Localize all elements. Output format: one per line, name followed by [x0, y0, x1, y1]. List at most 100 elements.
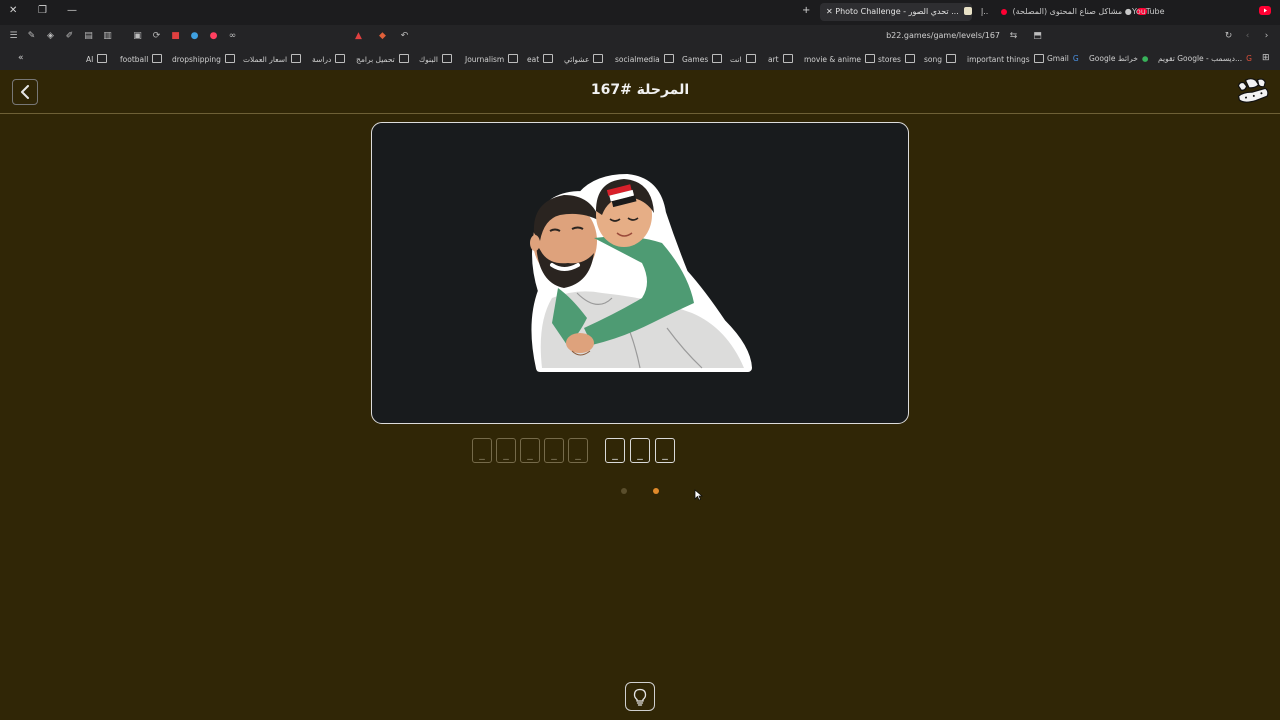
letter-slot[interactable]: _ — [655, 438, 675, 463]
tab-label: YouTube — [1132, 7, 1165, 16]
extension-a-icon[interactable]: ▲ — [353, 31, 364, 42]
screenshot-icon[interactable]: ▣ — [132, 31, 143, 42]
folder-icon — [291, 54, 302, 63]
tab-label: إ.. — [981, 7, 989, 16]
shield-icon[interactable]: ◈ — [45, 31, 56, 42]
tab-youtube[interactable]: YouTube — [1126, 3, 1171, 21]
father-son-hug-illustration — [530, 174, 752, 372]
undo-icon[interactable]: ↶ — [399, 31, 410, 42]
bookmark-eat[interactable]: eat — [527, 54, 554, 64]
back-nav-icon[interactable]: ‹ — [1242, 31, 1253, 42]
folder-icon — [593, 54, 604, 63]
forward-nav-icon[interactable]: › — [1261, 31, 1272, 42]
bookmark-google-calendar[interactable]: تقويم Google - ديسمب... G — [1158, 54, 1252, 63]
sidebar-icon[interactable]: ▥ — [102, 31, 113, 42]
tab-photo-challenge[interactable]: ✕ Photo Challenge - تحدي الصور ... — [820, 3, 973, 21]
bookmark-movie-anime[interactable]: movie & anime — [804, 54, 876, 64]
youtube-favicon-icon — [1001, 9, 1007, 15]
level-title: المرحلة #167 — [590, 82, 690, 98]
bookmark-study[interactable]: دراسة — [312, 54, 346, 64]
tools-icon[interactable]: ✎ — [26, 31, 37, 42]
folder-icon — [152, 54, 163, 63]
lightbulb-icon — [633, 688, 647, 706]
extension-red-icon[interactable]: ■ — [170, 31, 181, 42]
tab-bar: ✕ ❐ — + ✕ Photo Challenge - تحدي الصور .… — [0, 0, 1280, 25]
letter-slot[interactable]: _ — [568, 438, 588, 463]
minimize-window-icon[interactable]: — — [67, 5, 77, 16]
bookmark-download-programs[interactable]: تحميل برامج — [356, 54, 409, 64]
answer-slots: _ _ _ _ _ _ _ _ — [0, 438, 1280, 464]
letter-slot[interactable]: _ — [630, 438, 650, 463]
folder-icon — [712, 54, 723, 63]
letter-slot[interactable]: _ — [544, 438, 564, 463]
tab-favicon — [964, 7, 973, 15]
folder-icon — [865, 54, 876, 63]
logo[interactable] — [1234, 75, 1272, 109]
page-dot-active[interactable] — [653, 488, 659, 494]
folder-icon — [224, 54, 235, 63]
brave-shield-icon[interactable]: ◆ — [377, 31, 388, 42]
letter-slot[interactable]: _ — [605, 438, 625, 463]
letter-slot[interactable]: _ — [520, 438, 540, 463]
folder-icon — [335, 54, 346, 63]
hint-button[interactable] — [625, 682, 655, 711]
folder-icon — [782, 54, 793, 63]
new-tab-button[interactable]: + — [802, 5, 810, 16]
address-bar[interactable]: b22.games/game/levels/167 — [850, 31, 1000, 40]
bookmark-gmail[interactable]: Gmail G — [1047, 54, 1079, 63]
window-icon[interactable]: ▤ — [83, 31, 94, 42]
browser-toolbar: ☰ ✎ ◈ ✐ ▤ ▥ ▣ ⟳ ■ ● ● ∞ ▲ ◆ ↶ b22.games/… — [0, 25, 1280, 49]
bookmark-socialmedia[interactable]: socialmedia — [615, 54, 674, 64]
menu-icon[interactable]: ☰ — [8, 31, 19, 42]
brush-icon[interactable]: ✐ — [64, 31, 75, 42]
back-button[interactable] — [12, 79, 38, 105]
folder-icon — [946, 54, 957, 63]
site-settings-icon[interactable]: ⇆ — [1008, 31, 1019, 42]
folder-icon — [543, 54, 554, 63]
bookmark-ai[interactable]: AI — [86, 54, 108, 64]
mouse-pointer-icon — [694, 489, 703, 501]
letter-slot[interactable]: _ — [496, 438, 516, 463]
bookmark-stores[interactable]: stores — [878, 54, 915, 64]
folder-icon — [745, 54, 756, 63]
bookmarks-bar: « AI football dropshipping اسعار العملات… — [0, 49, 1280, 70]
bookmark-anta[interactable]: انت — [730, 54, 756, 64]
bookmark-song[interactable]: song — [924, 54, 957, 64]
bookmark-football[interactable]: football — [120, 54, 163, 64]
sync-icon[interactable]: ⟳ — [151, 31, 162, 42]
bookmark-games[interactable]: Games — [682, 54, 723, 64]
extension-blue-icon[interactable]: ● — [189, 31, 200, 42]
puzzle-image-card — [371, 122, 909, 424]
tab-label: Photo Challenge - تحدي الصور ... — [835, 7, 959, 16]
youtube-favicon-icon — [1259, 6, 1271, 18]
apps-grid-icon[interactable]: ⊞ — [1262, 53, 1270, 63]
letter-slot[interactable]: _ — [472, 438, 492, 463]
bookmark-art[interactable]: art — [768, 54, 793, 64]
page-dot[interactable] — [621, 488, 627, 494]
bookmark-dropshipping[interactable]: dropshipping — [172, 54, 235, 64]
close-tab-icon[interactable]: ✕ — [826, 7, 833, 16]
game-header: المرحلة #167 — [0, 70, 1280, 114]
reload-icon[interactable]: ↻ — [1223, 31, 1234, 42]
tab-label: مشاكل صناع المحتوى (المصلحة) ● — [1012, 7, 1132, 16]
glasses-icon[interactable]: ∞ — [227, 31, 238, 42]
folder-icon — [663, 54, 674, 63]
bookmark-journalism[interactable]: Journalism — [465, 54, 519, 64]
folder-icon — [508, 54, 519, 63]
folder-icon — [398, 54, 409, 63]
bookmark-important-things[interactable]: important things — [967, 54, 1044, 64]
folder-icon — [904, 54, 915, 63]
folder-icon — [97, 54, 108, 63]
close-window-icon[interactable]: ✕ — [9, 5, 17, 16]
bookmark-banks[interactable]: البنوك — [419, 54, 452, 64]
restore-window-icon[interactable]: ❐ — [38, 5, 47, 16]
bookmark-currency[interactable]: اسعار العملات — [243, 54, 302, 64]
more-bookmarks-icon[interactable]: « — [18, 53, 24, 63]
bookmark-google-maps[interactable]: Google خرائط ● — [1089, 54, 1148, 63]
extension-pink-icon[interactable]: ● — [208, 31, 219, 42]
bookmark-random[interactable]: عشوائي — [564, 54, 604, 64]
google-icon: G — [1072, 54, 1079, 63]
google-icon: G — [1246, 54, 1252, 63]
bookmark-icon[interactable]: ⬒ — [1032, 31, 1043, 42]
chevron-left-icon — [21, 85, 29, 99]
